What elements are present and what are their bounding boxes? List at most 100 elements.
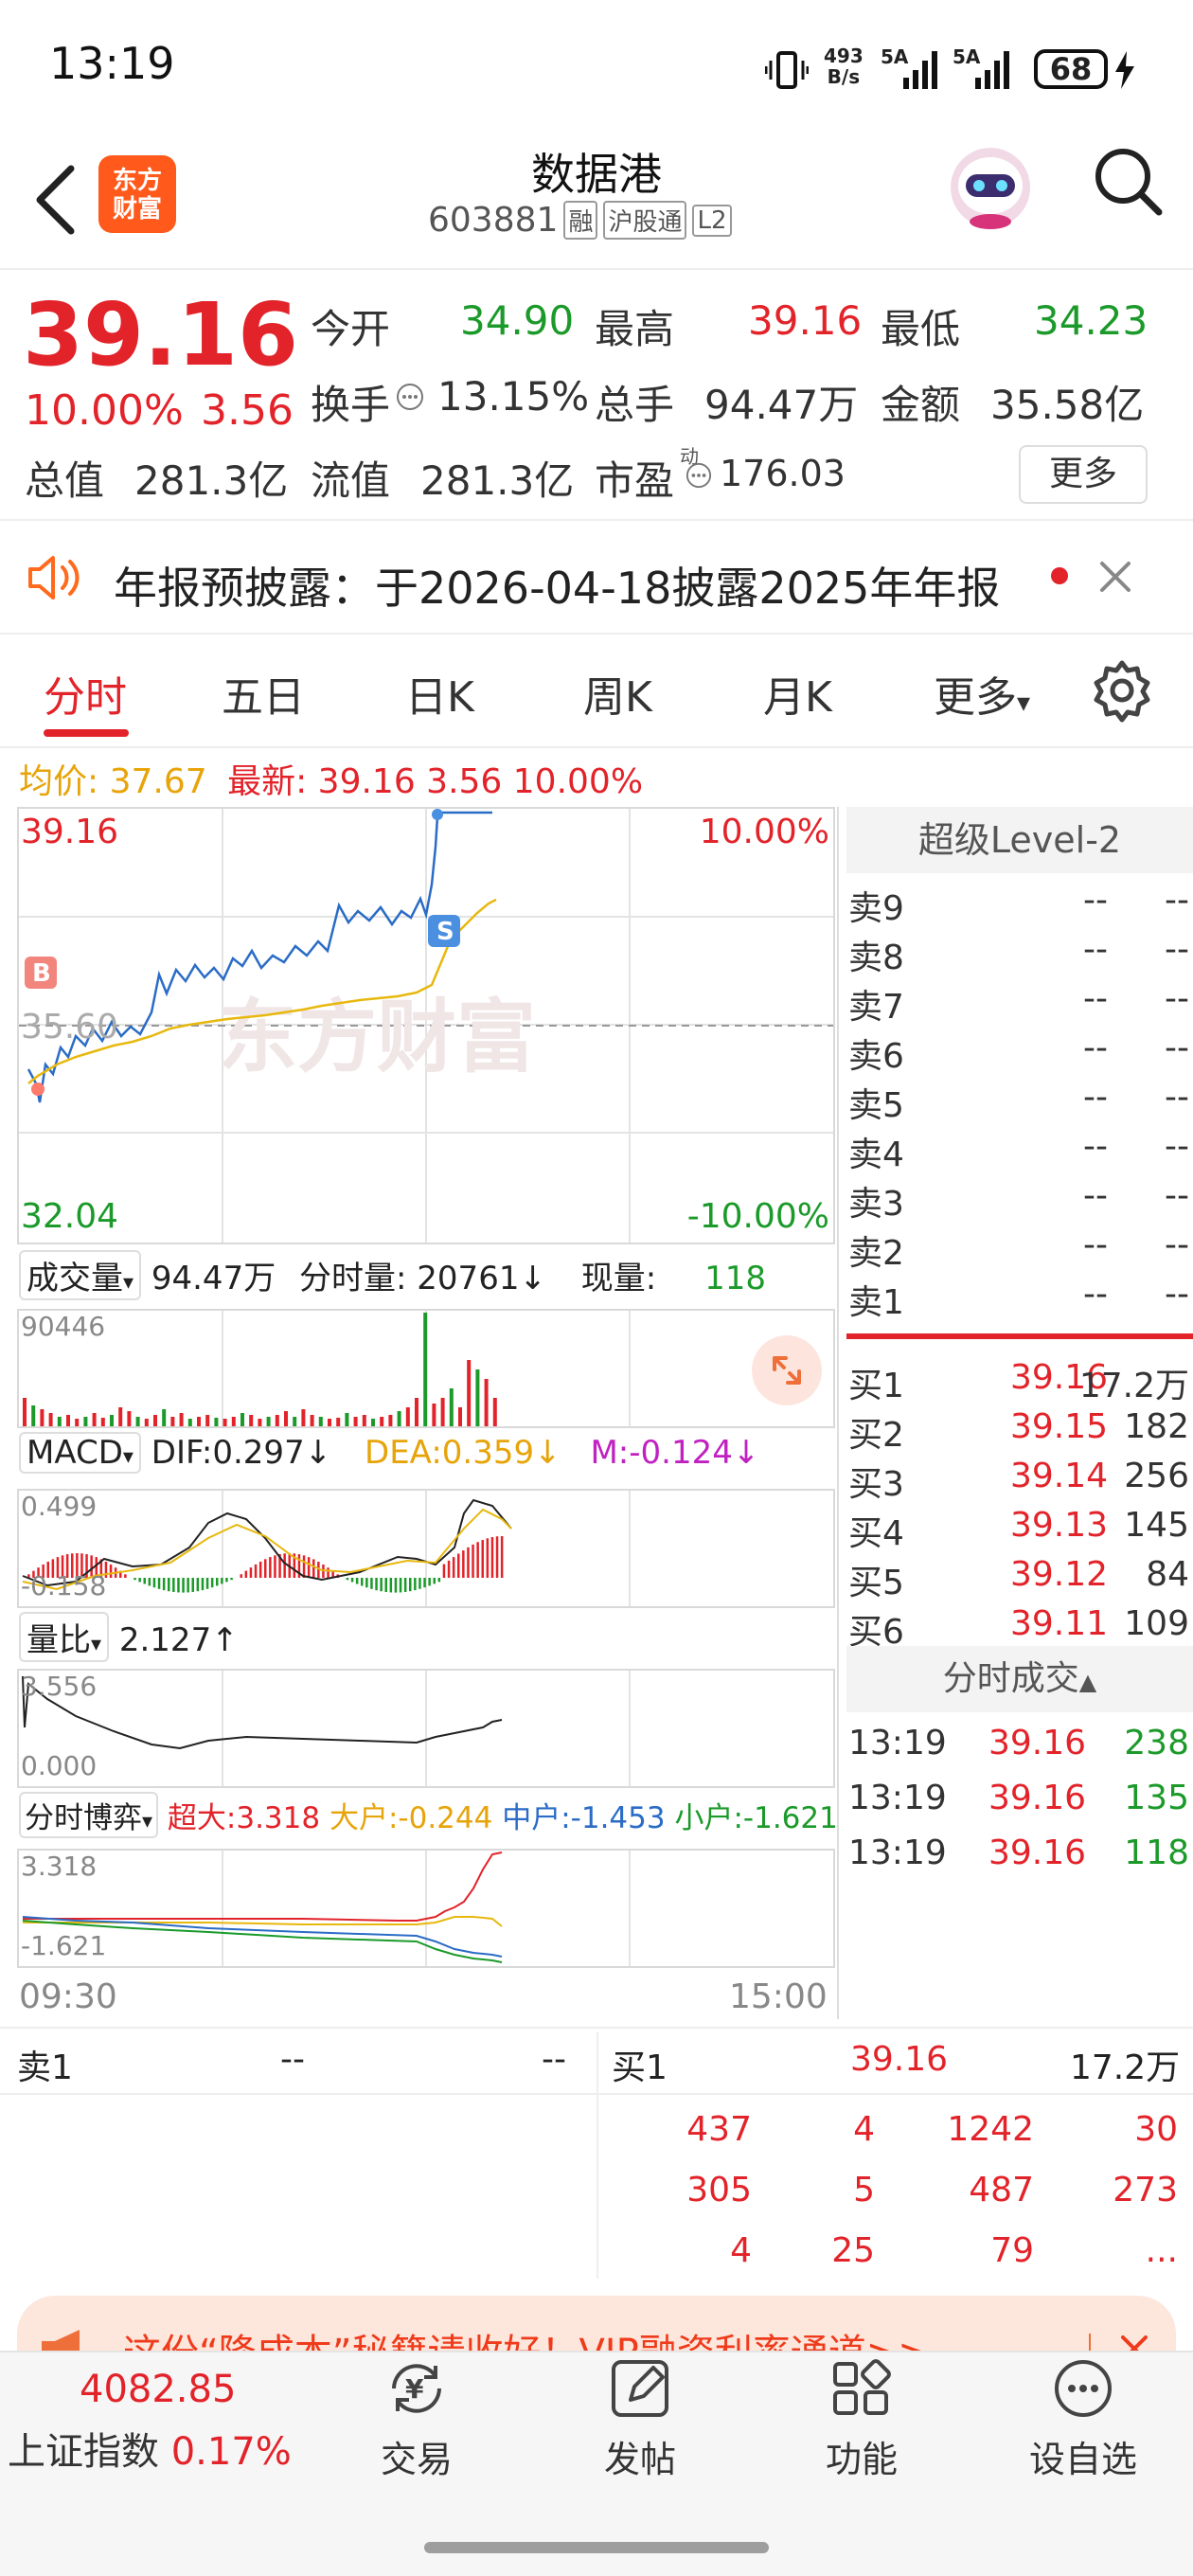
tick-volume-label: 分时量: xyxy=(299,1260,407,1297)
search-icon[interactable] xyxy=(1091,144,1166,224)
index-ticker[interactable]: 4082.85 上证指数 0.17% xyxy=(8,2368,292,2476)
tab-intraday[interactable]: 分时 xyxy=(44,663,127,724)
macd-dif: DIF:0.297 xyxy=(151,1434,305,1472)
macd-bar xyxy=(134,1578,136,1581)
nav-trade[interactable]: ¥ 交易 xyxy=(341,2358,492,2482)
level2-title[interactable]: 超级Level-2 xyxy=(846,807,1193,873)
buy-row[interactable]: 买1 39.16 17.2万 xyxy=(846,1352,1193,1405)
expand-icon[interactable] xyxy=(752,1335,822,1405)
volume-bar xyxy=(170,1417,175,1426)
sell-level: 卖2 xyxy=(848,1234,904,1273)
buy-row[interactable]: 买5 39.12 84 xyxy=(846,1549,1193,1602)
buy-row[interactable]: 买2 39.15 182 xyxy=(846,1402,1193,1455)
sell-price: -- xyxy=(1083,1225,1108,1264)
queue-order-size: 4 xyxy=(730,2231,752,2270)
volume-ratio-value: 2.127 xyxy=(118,1621,212,1659)
open-label: 今开 xyxy=(311,306,391,352)
intraday-chart[interactable]: 东方财富 B S 39.16 35.60 32.04 10.00% -10.00… xyxy=(17,807,835,1244)
tab-weekly-k[interactable]: 周K xyxy=(583,663,652,724)
sell-row[interactable]: 卖4 -- -- xyxy=(846,1121,1193,1174)
capital-game-y-max: 3.318 xyxy=(21,1851,98,1882)
buy-row[interactable]: 买3 39.14 256 xyxy=(846,1451,1193,1504)
volume-bar xyxy=(266,1417,271,1426)
tab-daily-k[interactable]: 日K xyxy=(405,663,474,724)
macd-bar xyxy=(472,1544,474,1578)
status-time: 13:19 xyxy=(49,38,175,89)
trade-tick-row: 13:19 39.16 238 xyxy=(846,1718,1193,1767)
macd-bar xyxy=(409,1578,412,1592)
current-volume-value: 118 xyxy=(704,1260,766,1297)
volume-ratio-chart[interactable]: 3.556 0.000 xyxy=(17,1669,835,1788)
macd-bar xyxy=(230,1578,233,1581)
macd-indicator-select[interactable]: MACD▾ xyxy=(19,1432,141,1474)
volume-ratio-select[interactable]: 量比▾ xyxy=(19,1612,110,1662)
notice-bar[interactable]: 年报预披露：于2026-04-18披露2025年年报 xyxy=(0,526,1193,635)
down-arrow-icon: ↓ xyxy=(304,1434,332,1472)
trade-ticks-header[interactable]: 分时成交▲ xyxy=(846,1646,1193,1712)
macd-chart[interactable]: 0.499 -0.158 xyxy=(17,1489,835,1608)
sell-price: -- xyxy=(1083,1275,1108,1314)
info-dots-icon[interactable] xyxy=(396,383,424,415)
macd-bar xyxy=(269,1557,272,1578)
nav-post[interactable]: 发帖 xyxy=(564,2358,716,2482)
volume-indicator-select[interactable]: 成交量▾ xyxy=(19,1250,142,1300)
volume-bar xyxy=(388,1415,393,1426)
tab-five-day[interactable]: 五日 xyxy=(222,663,305,724)
sell-price: -- xyxy=(1083,930,1108,969)
sell-volume: -- xyxy=(1165,1029,1189,1067)
volume-chart[interactable]: 90446 xyxy=(17,1309,835,1428)
robot-assistant-icon[interactable] xyxy=(943,138,1038,237)
sell-signal-text: S xyxy=(436,918,454,946)
gear-icon[interactable] xyxy=(1089,657,1155,727)
sell-row[interactable]: 卖8 -- -- xyxy=(846,924,1193,977)
chevron-down-icon: ▾ xyxy=(123,1271,134,1295)
sell-volume: -- xyxy=(1165,1127,1189,1166)
large-value: 大户:-0.244 xyxy=(329,1801,493,1835)
tab-more[interactable]: 更多▾ xyxy=(934,663,1030,724)
capital-game-chart[interactable]: 3.318 -1.621 xyxy=(17,1849,835,1968)
macd-y-min: -0.158 xyxy=(21,1570,107,1601)
macd-bar xyxy=(210,1578,214,1588)
sell-volume: -- xyxy=(1165,881,1189,920)
macd-bar xyxy=(495,1536,499,1578)
macd-bar xyxy=(254,1564,258,1578)
buy-level: 买3 xyxy=(848,1465,904,1504)
nav-add-watchlist[interactable]: 设自选 xyxy=(1007,2358,1159,2482)
nav-trade-label: 交易 xyxy=(380,2439,453,2480)
buy-price: 39.13 xyxy=(1009,1506,1108,1545)
macd-bar xyxy=(457,1553,460,1578)
buy-price: 39.12 xyxy=(1009,1555,1108,1594)
sell-row[interactable]: 卖7 -- -- xyxy=(846,974,1193,1027)
volume-bar xyxy=(336,1418,341,1426)
more-button[interactable]: 更多 xyxy=(1019,445,1148,504)
tab-more-label: 更多 xyxy=(934,673,1017,722)
sell-row[interactable]: 卖6 -- -- xyxy=(846,1023,1193,1076)
buy-orders: 买1 39.16 17.2万 买2 39.15 182 买3 39.14 256 买4 39.13 1… xyxy=(846,1352,1193,1648)
buy-row[interactable]: 买4 39.13 145 xyxy=(846,1500,1193,1553)
capital-game-select[interactable]: 分时博弈▾ xyxy=(19,1792,159,1838)
market-cap-value: 281.3亿 xyxy=(134,457,289,504)
buy-signal-text: B xyxy=(32,959,51,988)
vibrate-icon xyxy=(764,49,810,95)
y-min-label: 32.04 xyxy=(21,1197,119,1236)
sell-row[interactable]: 卖3 -- -- xyxy=(846,1171,1193,1224)
nav-functions[interactable]: 功能 xyxy=(786,2358,937,2482)
sell-row[interactable]: 卖2 -- -- xyxy=(846,1220,1193,1273)
capital-game-y-min: -1.621 xyxy=(21,1930,107,1961)
close-icon[interactable] xyxy=(1095,556,1136,601)
battery-level: 68 xyxy=(1049,51,1093,87)
info-dots-icon[interactable] xyxy=(686,462,712,492)
buy-row[interactable]: 买6 39.11 109 xyxy=(846,1599,1193,1648)
macd-bar xyxy=(384,1578,387,1592)
sell-row[interactable]: 卖1 -- -- xyxy=(846,1269,1193,1322)
low-label: 最低 xyxy=(881,306,961,352)
volume-ratio-title: 量比 xyxy=(27,1621,91,1659)
y-max-label: 39.16 xyxy=(21,813,119,851)
tab-monthly-k[interactable]: 月K xyxy=(763,663,832,724)
macd-bar xyxy=(177,1578,180,1593)
macd-bar xyxy=(168,1578,170,1592)
sell-row[interactable]: 卖5 -- -- xyxy=(846,1072,1193,1125)
sell-row[interactable]: 卖9 -- -- xyxy=(846,875,1193,928)
index-value: 4082.85 xyxy=(80,2368,237,2411)
home-indicator[interactable] xyxy=(424,2542,769,2553)
